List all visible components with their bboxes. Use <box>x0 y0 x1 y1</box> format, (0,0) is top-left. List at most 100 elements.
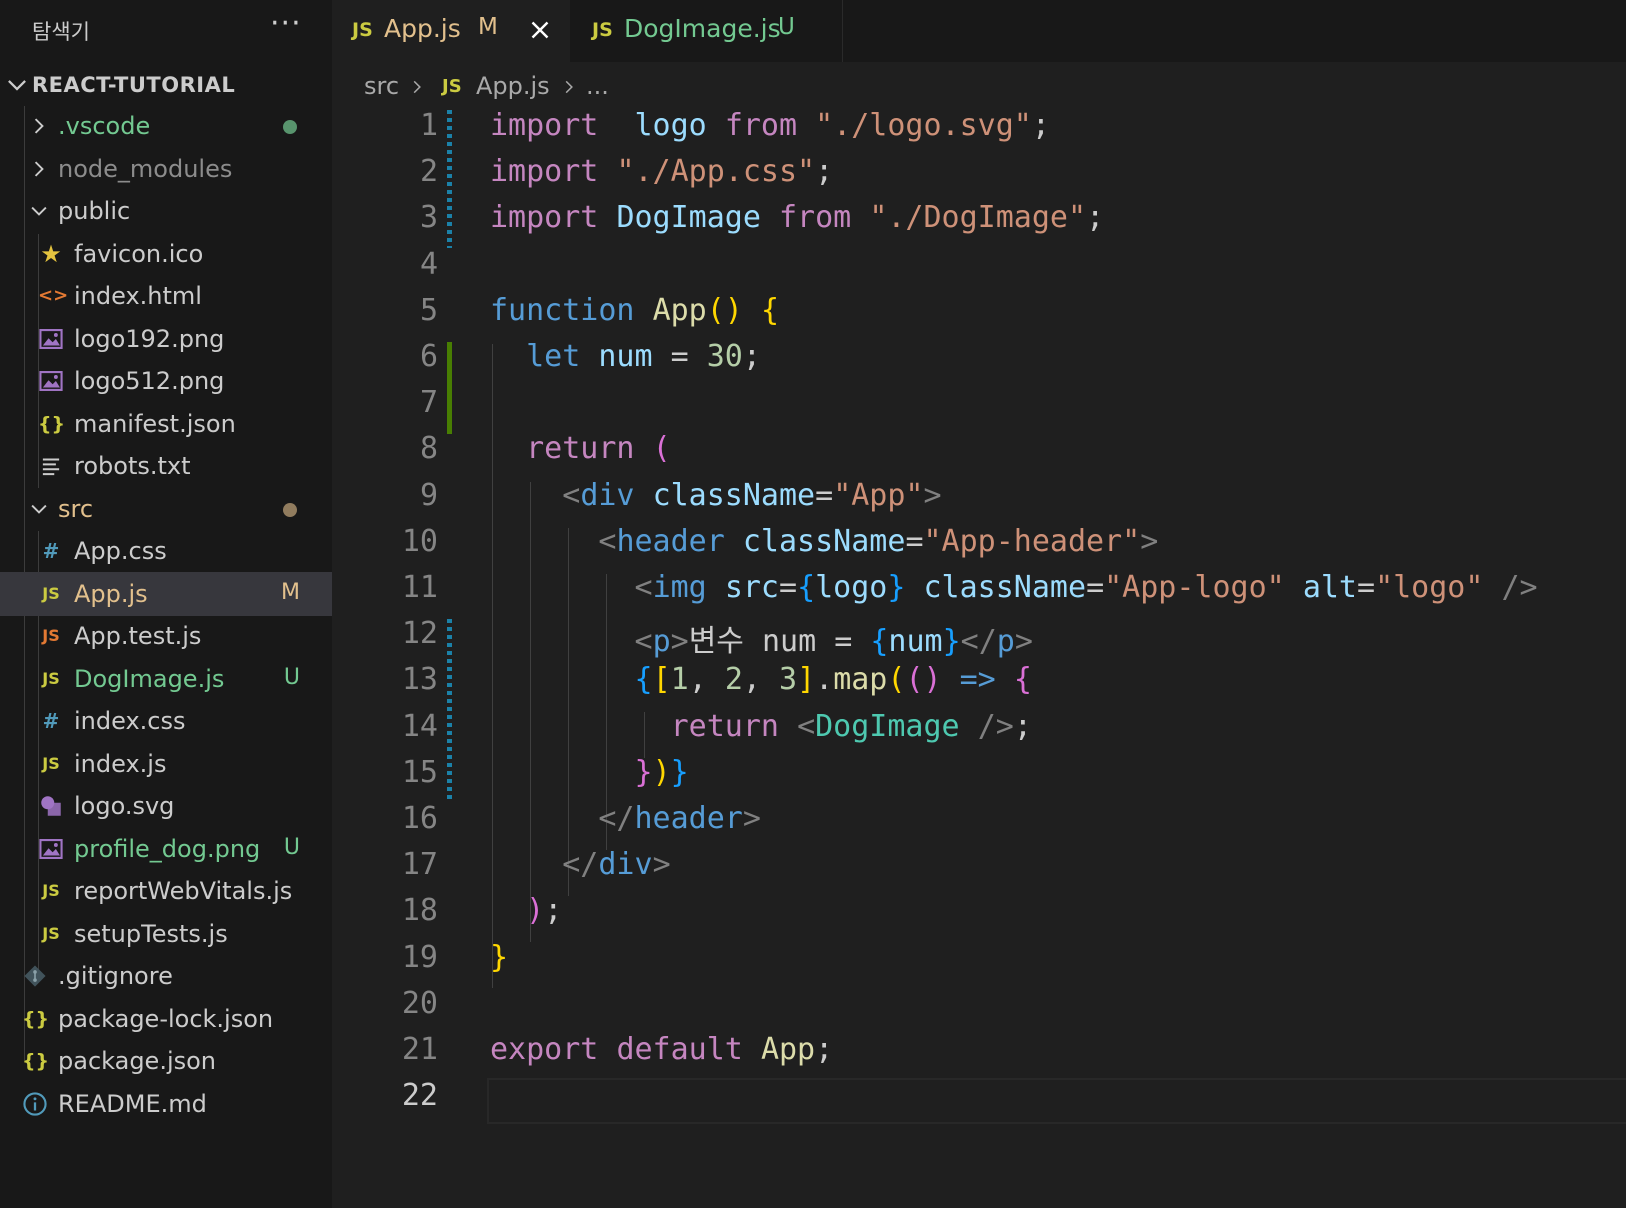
code-token: } <box>887 570 906 605</box>
tree-file-profile-dog[interactable]: profile_dog.png U <box>0 827 332 871</box>
image-icon <box>39 329 63 349</box>
code-token: num <box>598 339 653 374</box>
line-number: 5 <box>419 292 438 328</box>
tree-file-dogimage-js[interactable]: JS DogImage.js U <box>0 657 332 701</box>
tree-item-label: App.js <box>74 580 148 608</box>
line-number: 22 <box>401 1078 438 1114</box>
code-token: logo <box>815 570 888 605</box>
code-token: "App-logo" <box>1104 570 1285 605</box>
line-number: 13 <box>401 662 438 698</box>
code-token: header <box>634 801 743 836</box>
tree-file-app-js[interactable]: JS App.js M <box>0 572 332 616</box>
code-token: DogImage <box>616 200 761 236</box>
code-line: })} <box>490 755 689 790</box>
tree-file-report-web-vitals[interactable]: JS reportWebVitals.js <box>0 869 332 913</box>
code-token: 3 <box>779 662 798 698</box>
tab-dogimage-js[interactable]: JS DogImage.js U <box>570 0 843 62</box>
breadcrumb-folder[interactable]: src <box>364 72 399 100</box>
tree-file-readme[interactable]: README.md <box>0 1082 332 1126</box>
code-token: /> <box>1501 570 1538 605</box>
code-token: 2 <box>724 662 743 698</box>
code-token: import <box>490 108 599 143</box>
chevron-down-icon <box>8 80 26 91</box>
code-token: alt <box>1302 570 1357 605</box>
tree-file-manifest[interactable]: {} manifest.json <box>0 402 332 446</box>
tab-app-js[interactable]: JS App.js M <box>332 0 570 62</box>
code-token: logo <box>634 108 707 143</box>
code-token: from <box>724 108 798 143</box>
json-icon: {} <box>38 413 66 435</box>
code-token: > <box>652 847 671 883</box>
tree-file-package-json[interactable]: {} package.json <box>0 1039 332 1083</box>
tree-folder-public[interactable]: public <box>0 189 332 233</box>
breadcrumb-symbol[interactable]: ... <box>586 72 609 100</box>
code-token: ) <box>526 893 545 929</box>
tree-file-package-lock[interactable]: {} package-lock.json <box>0 997 332 1041</box>
tree-file-setup-tests[interactable]: JS setupTests.js <box>0 912 332 956</box>
tree-item-label: index.css <box>74 707 186 735</box>
tree-item-label: DogImage.js <box>74 665 225 693</box>
breadcrumb-file[interactable]: App.js <box>476 72 550 100</box>
image-icon <box>39 371 63 391</box>
code-line: <img src={logo} className="App-logo" alt… <box>490 570 1538 605</box>
code-line: function App() { <box>490 293 779 328</box>
tree-file-app-test-js[interactable]: JS App.test.js <box>0 614 332 658</box>
line-number: 8 <box>419 431 438 467</box>
tree-file-gitignore[interactable]: .gitignore <box>0 954 332 998</box>
code-token: div <box>580 477 635 513</box>
chevron-right-icon <box>34 161 44 177</box>
code-token: ; <box>742 339 761 374</box>
code-token: 변수 num = <box>688 624 871 660</box>
tree-file-logo192[interactable]: logo192.png <box>0 317 332 361</box>
close-icon[interactable] <box>528 18 552 42</box>
code-token: } <box>942 624 961 660</box>
tree-file-favicon[interactable]: ★ favicon.ico <box>0 232 332 276</box>
code-line: import logo from "./logo.svg"; <box>490 108 1050 143</box>
tree-folder-node-modules[interactable]: node_modules <box>0 147 332 191</box>
code-token: < <box>562 477 581 513</box>
code-token: return <box>526 431 635 467</box>
code-token: </ <box>960 624 997 660</box>
git-status-badge: U <box>283 835 300 860</box>
html-icon: <> <box>38 285 69 306</box>
line-number: 1 <box>419 108 438 143</box>
code-token: App <box>652 292 707 328</box>
code-editor[interactable]: 1 2 3 4 5 6 7 8 9 10 11 12 13 14 15 16 17 18 19 20 21 22 impo… <box>332 106 1626 1208</box>
tab-label: App.js <box>384 14 461 43</box>
js-icon: JS <box>352 19 373 41</box>
modified-dot <box>283 503 297 517</box>
project-folder-header[interactable]: REACT-TUTORIAL <box>0 68 332 104</box>
tree-folder-src[interactable]: src <box>0 487 332 531</box>
code-token: ) <box>652 754 671 790</box>
js-icon: JS <box>592 19 613 41</box>
code-token: </ <box>562 847 599 883</box>
tree-folder-vscode[interactable]: .vscode <box>0 104 332 148</box>
tree-file-app-css[interactable]: # App.css <box>0 529 332 573</box>
tab-label: DogImage.js <box>624 14 781 43</box>
code-token: = <box>779 570 798 605</box>
tree-file-index-html[interactable]: <> index.html <box>0 274 332 318</box>
tree-file-index-js[interactable]: JS index.js <box>0 742 332 786</box>
code-token: "./App.css" <box>616 154 816 190</box>
current-line-highlight <box>487 1078 1626 1124</box>
untracked-dot <box>283 120 297 134</box>
line-number: 7 <box>419 385 438 421</box>
tree-item-label: reportWebVitals.js <box>74 877 293 905</box>
tree-file-index-css[interactable]: # index.css <box>0 699 332 743</box>
code-token: . <box>815 662 834 698</box>
more-actions-icon[interactable]: ··· <box>270 6 302 41</box>
tree-file-robots[interactable]: robots.txt <box>0 444 332 488</box>
tree-file-logo512[interactable]: logo512.png <box>0 359 332 403</box>
code-token: import <box>490 154 599 190</box>
tree-file-logo-svg[interactable]: logo.svg <box>0 784 332 828</box>
